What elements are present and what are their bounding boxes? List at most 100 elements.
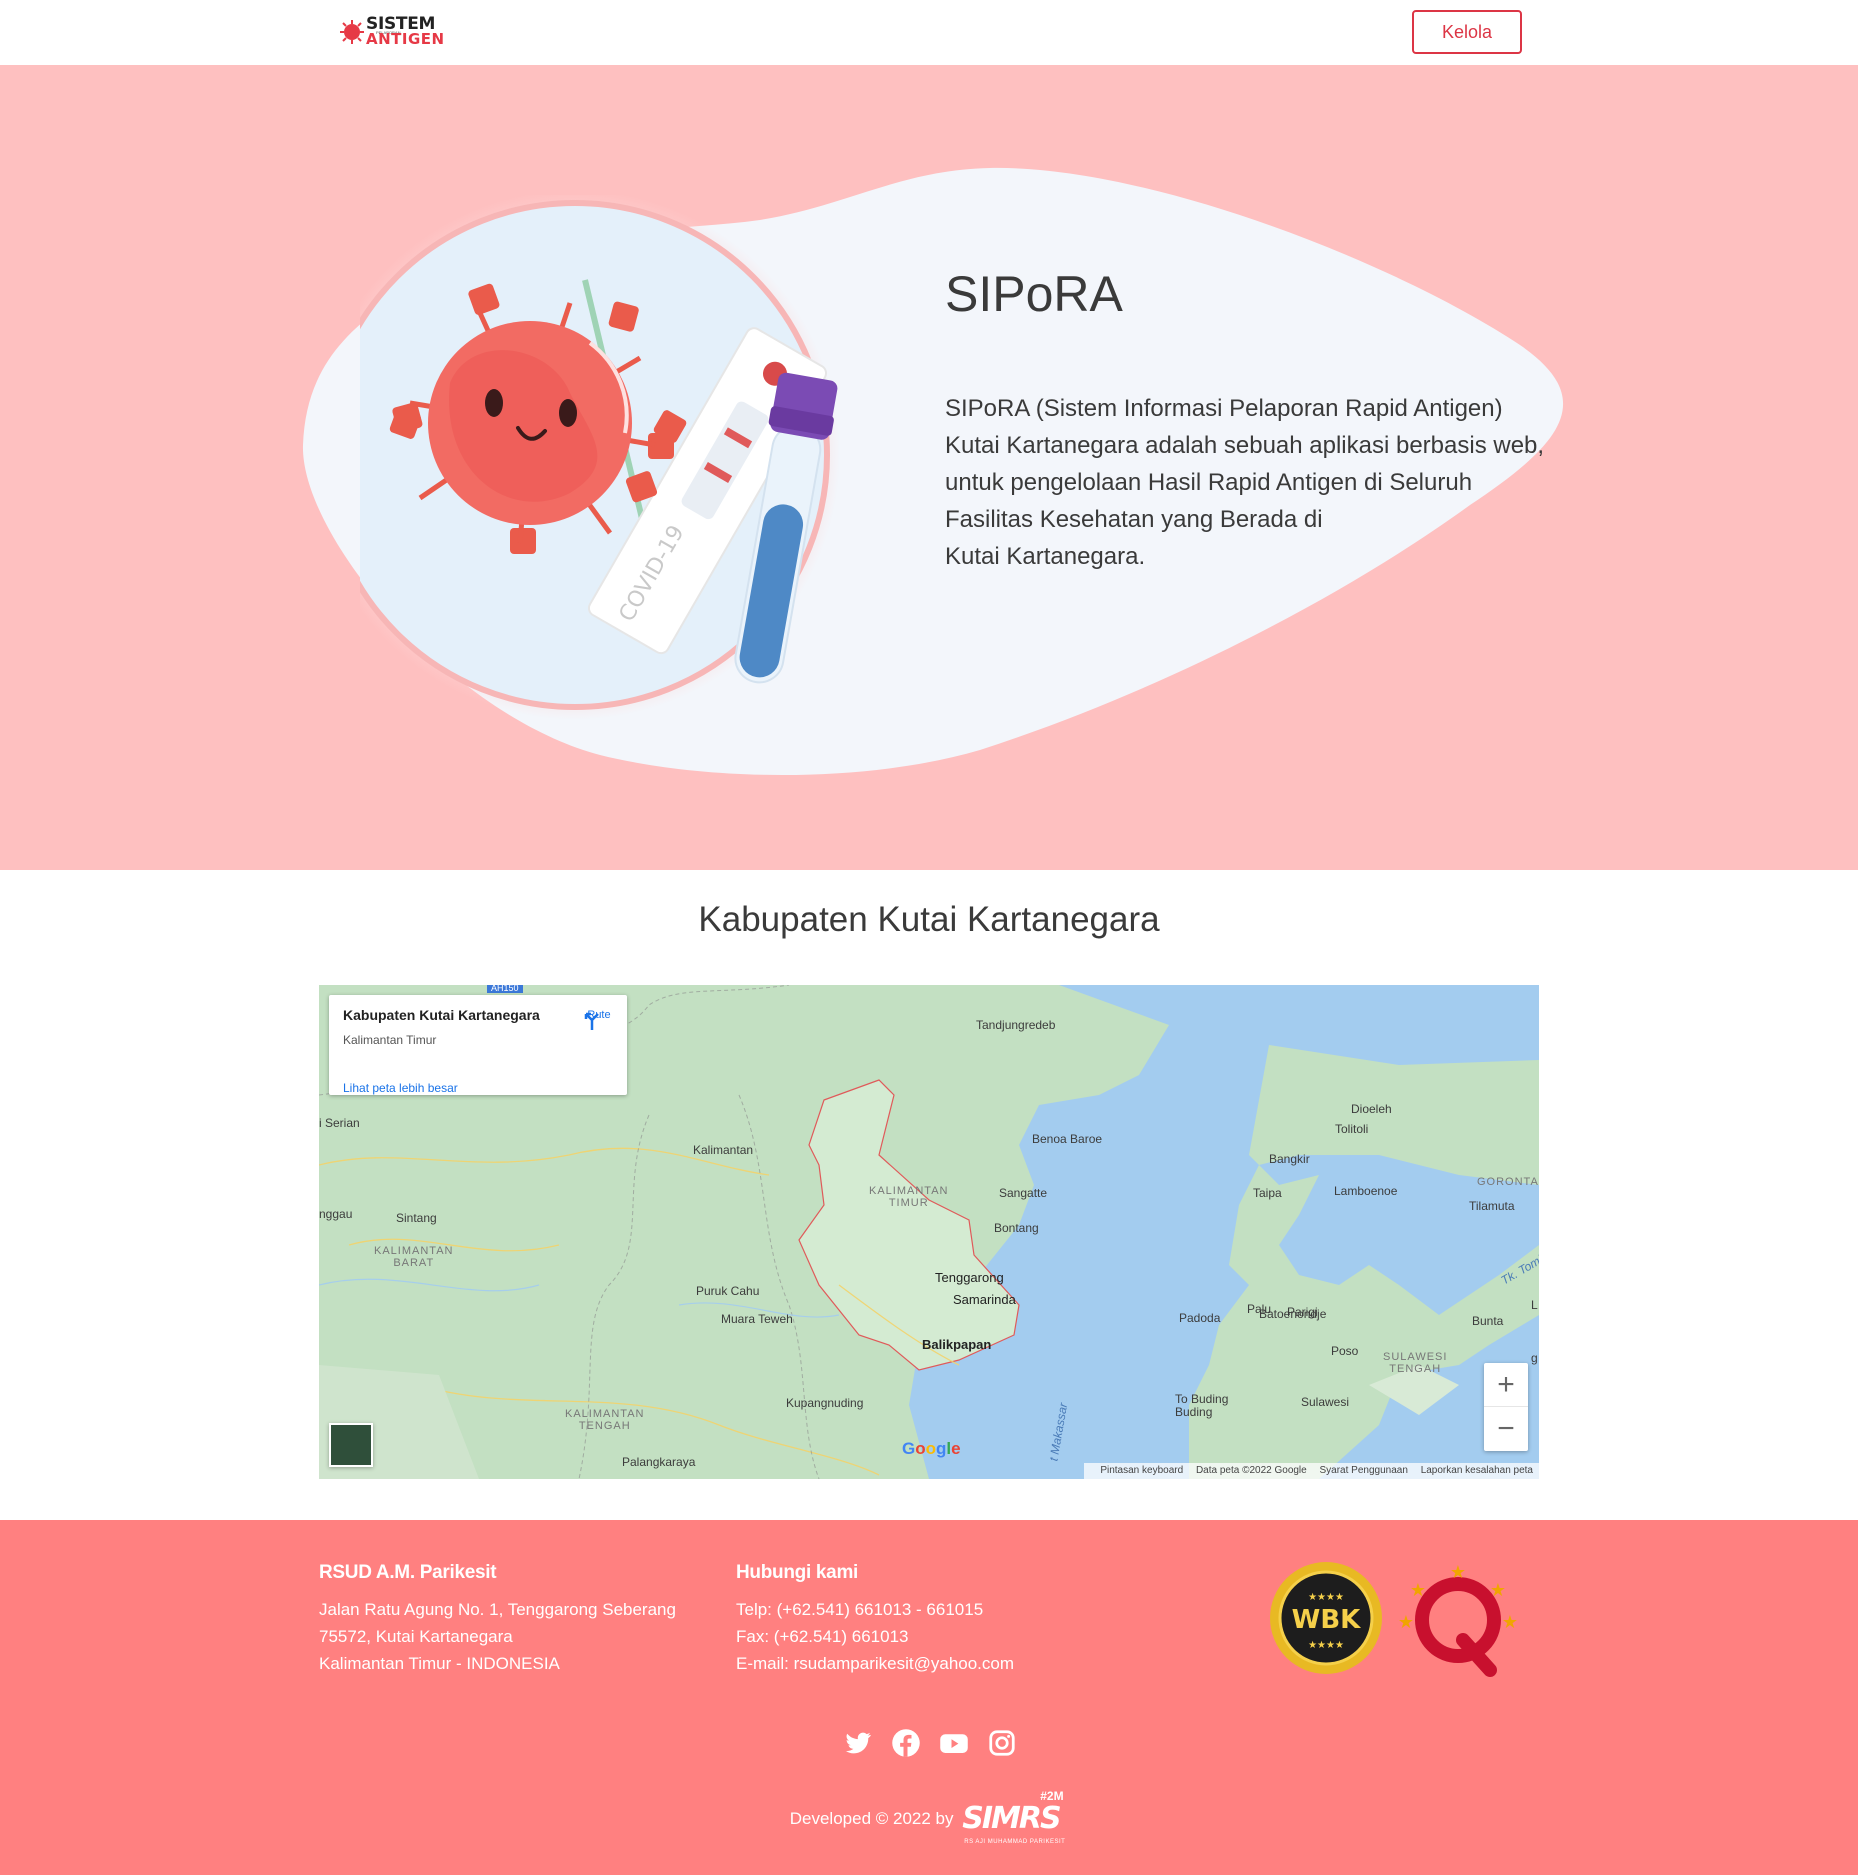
footer-contact-title: Hubungi kami xyxy=(736,1562,859,1583)
map-label-bangkir: Bangkir xyxy=(1269,1152,1310,1166)
footer-phone: Telp: (+62.541) 661013 - 661015 xyxy=(736,1600,984,1619)
google-logo-letter: o xyxy=(925,1439,937,1458)
map-label-tenggarong: Tenggarong xyxy=(935,1270,1004,1285)
map-label-sintang: Sintang xyxy=(396,1211,437,1225)
map-attribution-bar: Pintasan keyboard Data peta ©2022 Google… xyxy=(1084,1463,1539,1479)
map-label-sulteng: SULAWESI TENGAH xyxy=(1383,1351,1447,1375)
zoom-controls: + − xyxy=(1484,1363,1528,1451)
directions-icon xyxy=(584,1012,599,1030)
google-logo: Google xyxy=(902,1439,961,1459)
hero-description-line: SIPoRA (Sistem Informasi Pelaporan Rapid… xyxy=(945,395,1503,422)
rapid-test-illustration: COVID-19 xyxy=(360,195,840,720)
hero-title: SIPoRA xyxy=(945,266,1123,322)
embedded-google-map[interactable]: AH150 Tandjungredeb i Serian Kalimantan … xyxy=(319,985,1539,1479)
footer-address-line: Kalimantan Timur - INDONESIA xyxy=(319,1654,560,1673)
map-label-edge-l: L xyxy=(1531,1298,1538,1312)
map-label-padoda: Padoda xyxy=(1179,1311,1221,1325)
youtube-icon[interactable] xyxy=(939,1728,969,1758)
map-label-kalbar: KALIMANTAN BARAT xyxy=(374,1245,453,1269)
report-map-error-link[interactable]: Laporkan kesalahan peta xyxy=(1421,1465,1533,1476)
hero-description-line: Kutai Kartanegara. xyxy=(945,543,1146,570)
svg-text:★: ★ xyxy=(1398,1612,1414,1632)
hero-description-line: Kutai Kartanegara adalah sebuah aplikasi… xyxy=(945,432,1545,459)
zoom-out-button[interactable]: − xyxy=(1484,1407,1528,1451)
svg-text:★: ★ xyxy=(1450,1562,1466,1582)
footer-address-line: 75572, Kutai Kartanegara xyxy=(319,1627,513,1646)
footer-fax: Fax: (+62.541) 661013 xyxy=(736,1627,909,1646)
map-label-edge-g: g xyxy=(1531,1351,1538,1365)
map-label-taipa: Taipa xyxy=(1253,1186,1282,1200)
wbk-badge-text: WBK xyxy=(1292,1605,1361,1635)
hero-description: SIPoRA (Sistem Informasi Pelaporan Rapid… xyxy=(945,390,1555,575)
map-label-nggau: nggau xyxy=(319,1207,353,1221)
map-label-palangkaraya: Palangkaraya xyxy=(622,1455,696,1469)
map-label-lamboenoe: Lamboenoe xyxy=(1334,1184,1398,1198)
map-label-to-buding-line: Buding xyxy=(1175,1405,1213,1419)
map-label-sangatte: Sangatte xyxy=(999,1186,1048,1200)
map-label-kupangnuding: Kupangnuding xyxy=(786,1396,864,1410)
footer-contact-column: Hubungi kami Telp: (+62.541) 661013 - 66… xyxy=(736,1562,1014,1677)
map-label-bontang: Bontang xyxy=(994,1221,1039,1235)
developed-by-text: Developed © 2022 by xyxy=(789,1809,954,1828)
social-links xyxy=(843,1728,1023,1758)
map-label-poso: Poso xyxy=(1331,1344,1359,1358)
map-label-tolitoli: Tolitoli xyxy=(1335,1122,1369,1136)
google-logo-letter: G xyxy=(902,1439,916,1458)
map-label-batoenondje: Batoenondje xyxy=(1259,1307,1327,1321)
terms-of-use-link[interactable]: Syarat Penggunaan xyxy=(1320,1465,1408,1476)
certification-badges: WBK ★★★★ ★★★★ ★ ★ ★ ★ ★ xyxy=(1270,1562,1518,1677)
map-label-samarinda: Samarinda xyxy=(953,1292,1016,1307)
map-label-kalteng: KALIMANTAN TENGAH xyxy=(565,1408,644,1432)
map-label-to-buding: To Buding Buding xyxy=(1175,1393,1228,1419)
wbk-badge: WBK ★★★★ ★★★★ xyxy=(1270,1562,1382,1674)
larger-map-link[interactable]: Lihat peta lebih besar xyxy=(343,1081,458,1095)
map-label-kalteng-line: TENGAH xyxy=(578,1420,631,1432)
facebook-icon[interactable] xyxy=(891,1728,921,1758)
map-label-ah150: AH150 xyxy=(487,985,523,993)
hero-description-line: Fasilitas Kesehatan yang Berada di xyxy=(945,506,1323,533)
navbar: SISTEM PELAPORAN ANTIGEN Kelola xyxy=(0,0,1858,65)
directions-button[interactable]: Rute xyxy=(581,1009,617,1030)
twitter-icon[interactable] xyxy=(843,1728,873,1758)
google-logo-letter: e xyxy=(951,1439,961,1458)
footer-address-column: RSUD A.M. Parikesit Jalan Ratu Agung No.… xyxy=(319,1562,676,1677)
kelola-button[interactable]: Kelola xyxy=(1412,10,1522,54)
zoom-in-button[interactable]: + xyxy=(1484,1363,1528,1407)
simrs-logo-text: SIMRS xyxy=(962,1801,1061,1836)
map-label-tandjungredeb: Tandjungredeb xyxy=(976,1018,1056,1032)
satellite-layer-toggle[interactable] xyxy=(329,1423,373,1467)
map-label-sulawesi: Sulawesi xyxy=(1301,1395,1350,1409)
map-label-muara-teweh: Muara Teweh xyxy=(721,1312,793,1326)
keyboard-shortcuts-link[interactable]: Pintasan keyboard xyxy=(1100,1465,1183,1476)
map-label-tilamuta: Tilamuta xyxy=(1469,1199,1515,1213)
simrs-logo[interactable]: #2M SIMRS RS AJI MUHAMMAD PARIKESIT xyxy=(958,1787,1068,1851)
map-label-kalimantan: Kalimantan xyxy=(693,1143,754,1157)
svg-text:★: ★ xyxy=(1502,1612,1518,1632)
map-data-credit: Data peta ©2022 Google xyxy=(1195,1465,1307,1476)
svg-text:★★★★: ★★★★ xyxy=(1308,1592,1344,1603)
map-label-gorontalo: GORONTA xyxy=(1477,1176,1539,1188)
hero-description-line: untuk pengelolaan Hasil Rapid Antigen di… xyxy=(945,469,1473,496)
svg-text:★: ★ xyxy=(1490,1580,1506,1600)
map-label-serian: i Serian xyxy=(319,1116,360,1130)
map-label-kalbar-line: BARAT xyxy=(393,1257,435,1269)
svg-text:★: ★ xyxy=(1410,1580,1426,1600)
map-label-sulteng-line: SULAWESI xyxy=(1383,1351,1448,1363)
map-section-title: Kabupaten Kutai Kartanegara xyxy=(698,900,1160,939)
map-label-kalbar-line: KALIMANTAN xyxy=(374,1245,454,1257)
map-label-kaltim-line: KALIMANTAN xyxy=(869,1185,949,1197)
footer-email[interactable]: E-mail: rsudamparikesit@yahoo.com xyxy=(736,1650,1014,1677)
map-label-kaltim-line: TIMUR xyxy=(888,1197,929,1209)
hero-blob-shape xyxy=(302,167,1564,775)
instagram-icon[interactable] xyxy=(987,1728,1017,1758)
map-label-balikpapan: Balikpapan xyxy=(922,1337,992,1352)
sistem-rapid-antigen-logo[interactable]: SISTEM PELAPORAN ANTIGEN xyxy=(338,12,448,54)
map-place-card: Kabupaten Kutai Kartanegara Kalimantan T… xyxy=(329,995,627,1095)
footer-org-title: RSUD A.M. Parikesit xyxy=(319,1562,497,1583)
logo-text-antigen: ANTIGEN xyxy=(366,30,445,48)
map-card-title: Kabupaten Kutai Kartanegara xyxy=(343,1007,540,1023)
map-label-benoa-baroe: Benoa Baroe xyxy=(1032,1132,1103,1146)
map-label-dioeleh: Dioeleh xyxy=(1351,1102,1392,1116)
virus-logo-icon xyxy=(340,20,364,44)
map-label-puruk-cahu: Puruk Cahu xyxy=(696,1284,760,1298)
